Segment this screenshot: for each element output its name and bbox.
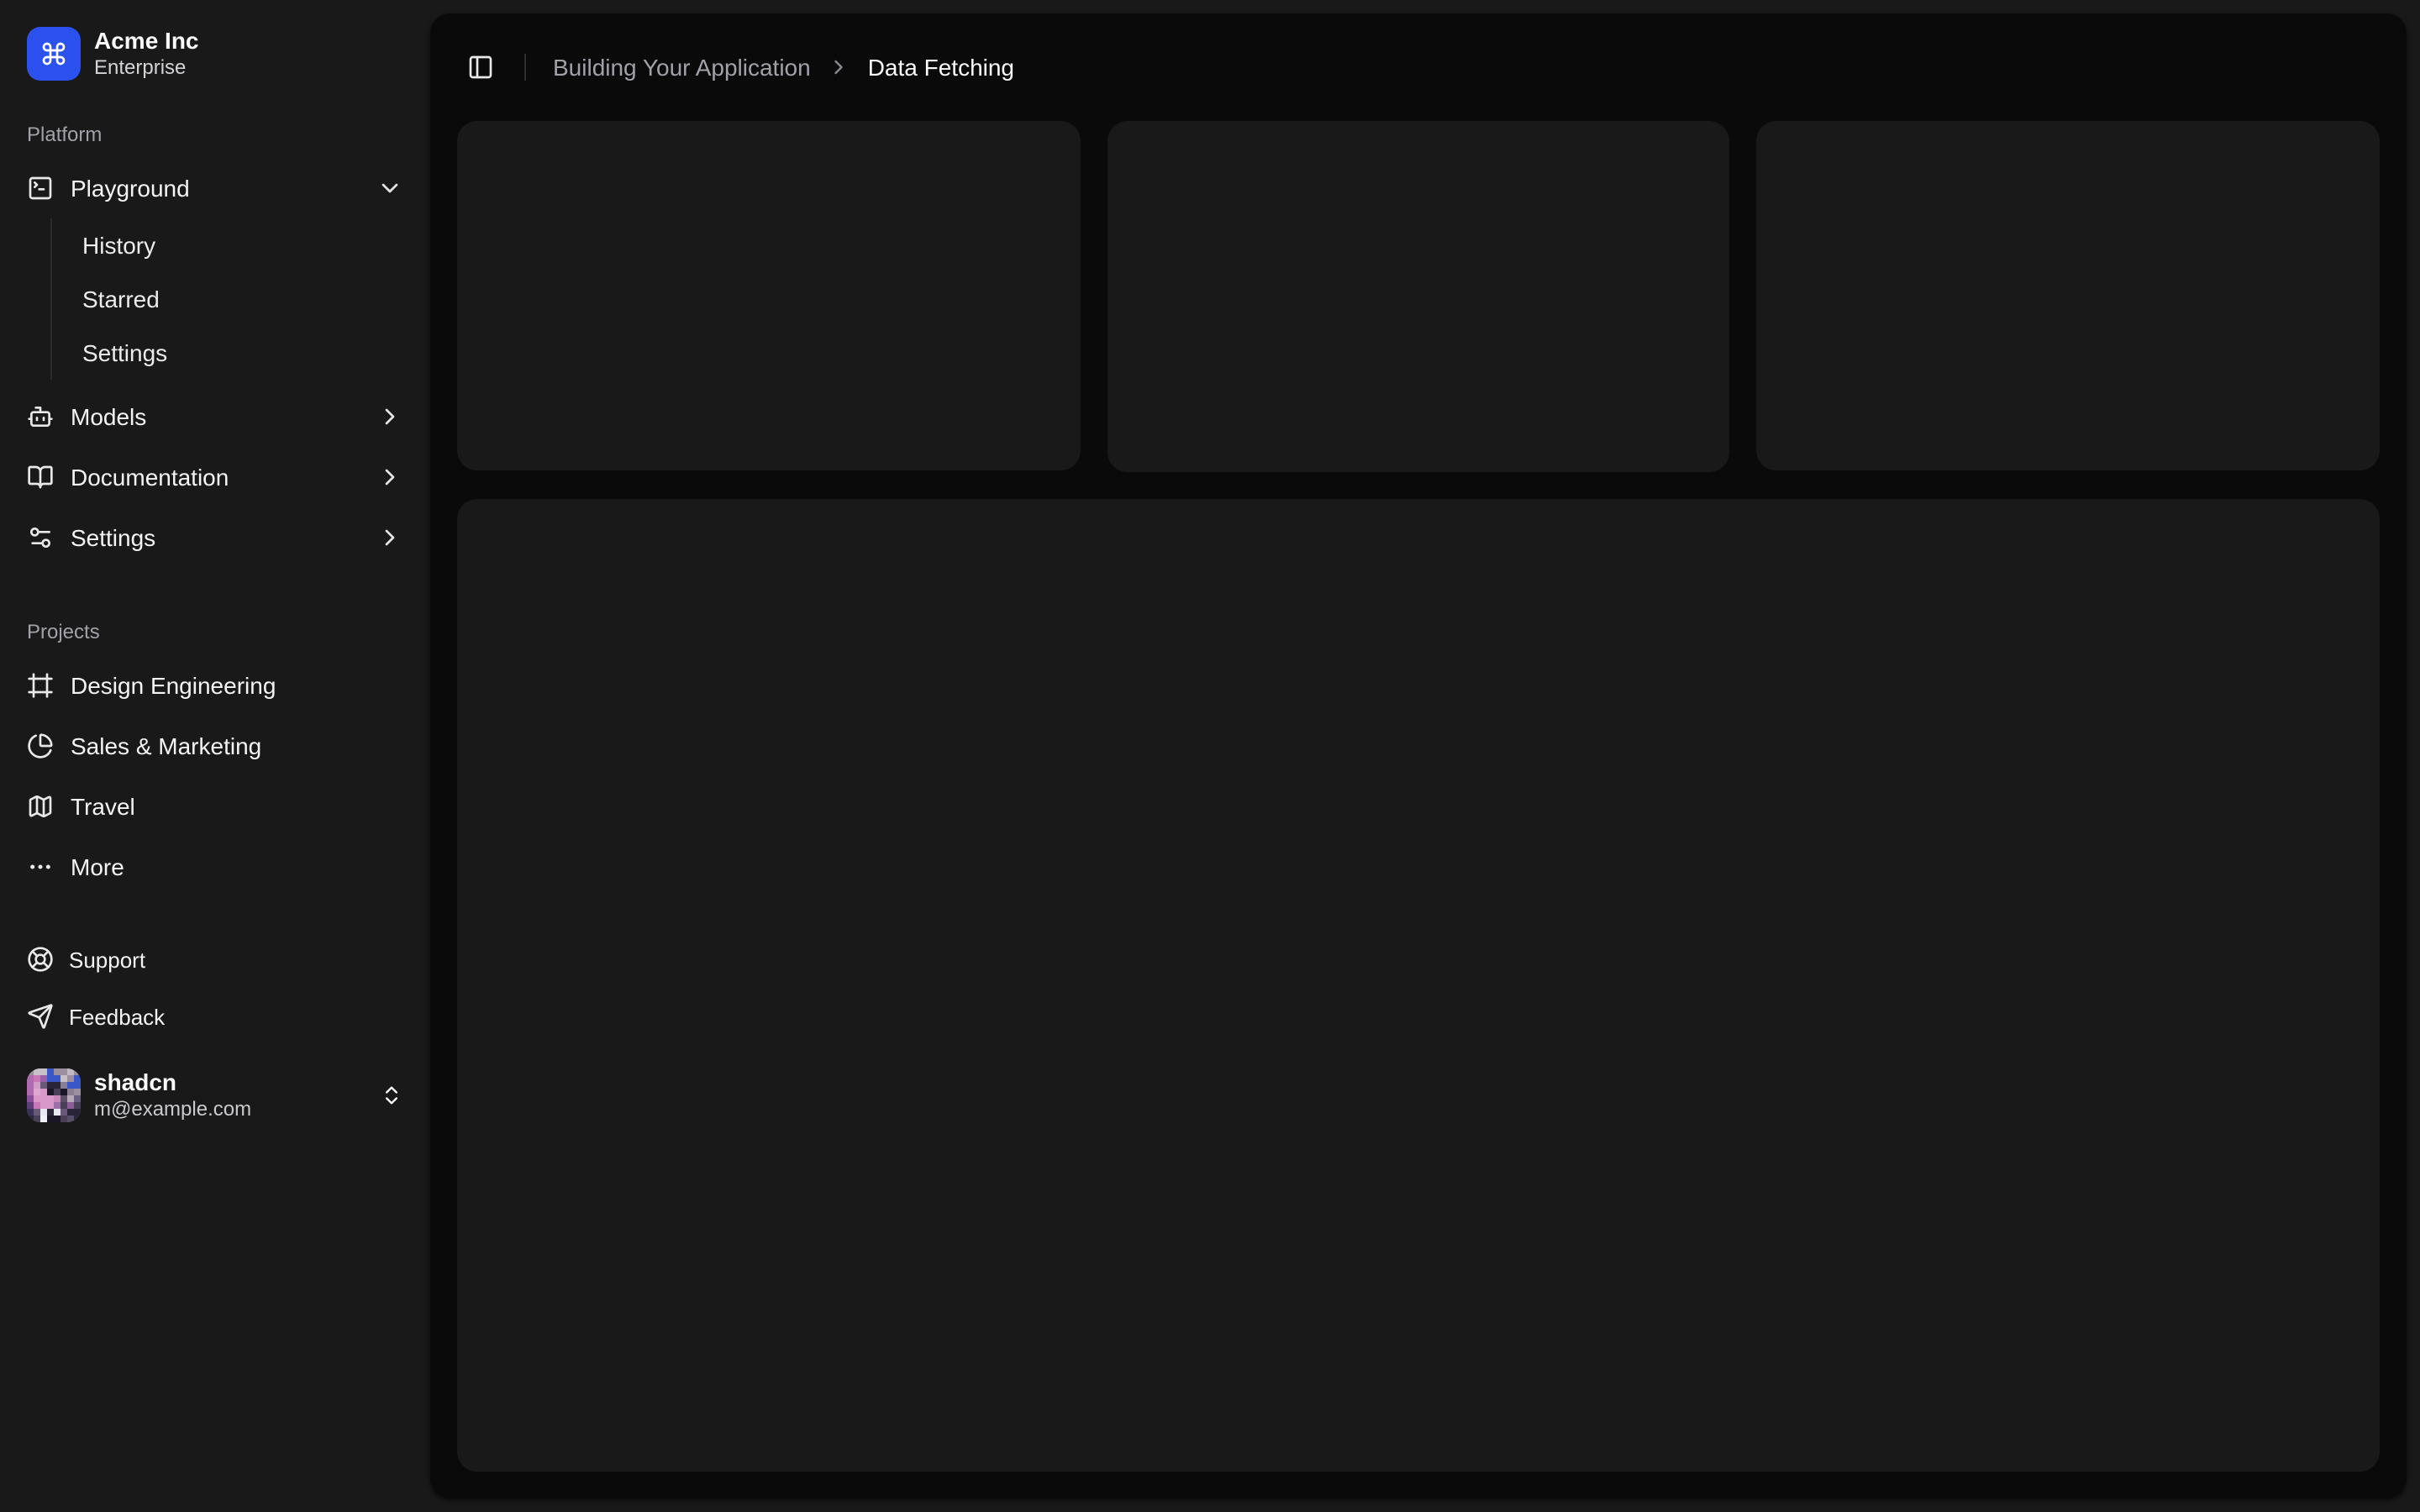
bot-icon [27,403,54,430]
app-root: Acme Inc Enterprise Platform Playground [0,0,2420,1512]
chevrons-up-down-icon [380,1084,403,1107]
sidebar-item-label: Travel [71,793,135,820]
sidebar-item-travel[interactable]: Travel [13,780,417,833]
sidebar-item-more[interactable]: More [13,840,417,894]
nav-group-platform: Platform Playground History Starred Sett… [0,94,430,578]
sidebar-item-design-engineering[interactable]: Design Engineering [13,659,417,712]
topbar: Building Your Application Data Fetching [430,13,2407,121]
brand-plan: Enterprise [94,55,187,80]
main-panel: Building Your Application Data Fetching [430,13,2407,1499]
workspace-switcher-button[interactable]: Acme Inc Enterprise [13,13,417,94]
map-icon [27,793,54,820]
sidebar-footer: shadcn m@example.com [0,1055,430,1136]
nav-group-projects: Projects Design Engineering Sales & Mark… [0,591,430,907]
sidebar-item-label: Models [71,403,147,430]
nav-group-label: Projects [27,620,100,643]
sidebar-item-label: Documentation [71,464,229,491]
chevron-right-icon [828,55,851,79]
sidebar-item-documentation[interactable]: Documentation [13,450,417,504]
nav-group-secondary: Support Feedback [0,921,430,1055]
sidebar-item-label: Settings [71,524,156,551]
chevron-right-icon [376,403,403,430]
avatar [27,1068,81,1122]
separator [524,54,526,81]
breadcrumb-parent-link[interactable]: Building Your Application [553,54,811,81]
sidebar-item-label: Playground [71,175,190,202]
user-name: shadcn [94,1068,177,1096]
sidebar-item-models[interactable]: Models [13,390,417,444]
placeholder-cards-row [457,121,2380,471]
sidebar-header: Acme Inc Enterprise [0,13,430,94]
breadcrumb: Building Your Application Data Fetching [553,54,1014,81]
sidebar-item-label: Sales & Marketing [71,732,262,759]
sidebar-subitem-history[interactable]: History [69,222,417,269]
user-menu-button[interactable]: shadcn m@example.com [13,1055,417,1136]
placeholder-card [1756,121,2380,471]
sidebar-item-support[interactable]: Support [13,934,417,984]
placeholder-card [1107,121,1730,471]
settings-sliders-icon [27,524,54,551]
sidebar-item-label: More [71,853,124,880]
chevron-right-icon [376,464,403,491]
user-info: shadcn m@example.com [94,1067,251,1124]
sidebar-toggle-button[interactable] [457,44,504,91]
frame-icon [27,672,54,699]
user-email: m@example.com [94,1097,252,1121]
pie-chart-icon [27,732,54,759]
send-icon [27,1003,54,1030]
sidebar-item-label: Feedback [69,1004,166,1029]
sidebar-item-settings[interactable]: Settings [13,511,417,564]
sidebar-item-sales-marketing[interactable]: Sales & Marketing [13,719,417,773]
playground-submenu: History Starred Settings [50,218,417,380]
sidebar-item-label: Support [69,947,146,972]
placeholder-card [457,121,1081,471]
panel-left-icon [467,54,494,81]
book-open-icon [27,464,54,491]
chevron-right-icon [376,524,403,551]
life-buoy-icon [27,946,54,973]
brand-name: Acme Inc [94,26,199,54]
nav-group-label: Platform [27,123,103,146]
brand-logo [27,27,81,81]
sidebar-subitem-starred[interactable]: Starred [69,276,417,323]
sidebar-item-playground[interactable]: Playground [13,161,417,215]
placeholder-card-large [457,498,2380,1472]
sidebar-item-feedback[interactable]: Feedback [13,991,417,1042]
content-area [430,121,2407,1499]
breadcrumb-current-page: Data Fetching [867,54,1015,81]
chevron-down-icon [376,175,403,202]
brand-text: Acme Inc Enterprise [94,27,199,81]
sidebar-item-label: Design Engineering [71,672,276,699]
sidebar: Acme Inc Enterprise Platform Playground [0,0,430,1512]
ellipsis-icon [27,853,54,880]
square-terminal-icon [27,175,54,202]
command-icon [40,40,67,67]
sidebar-subitem-settings[interactable]: Settings [69,329,417,376]
